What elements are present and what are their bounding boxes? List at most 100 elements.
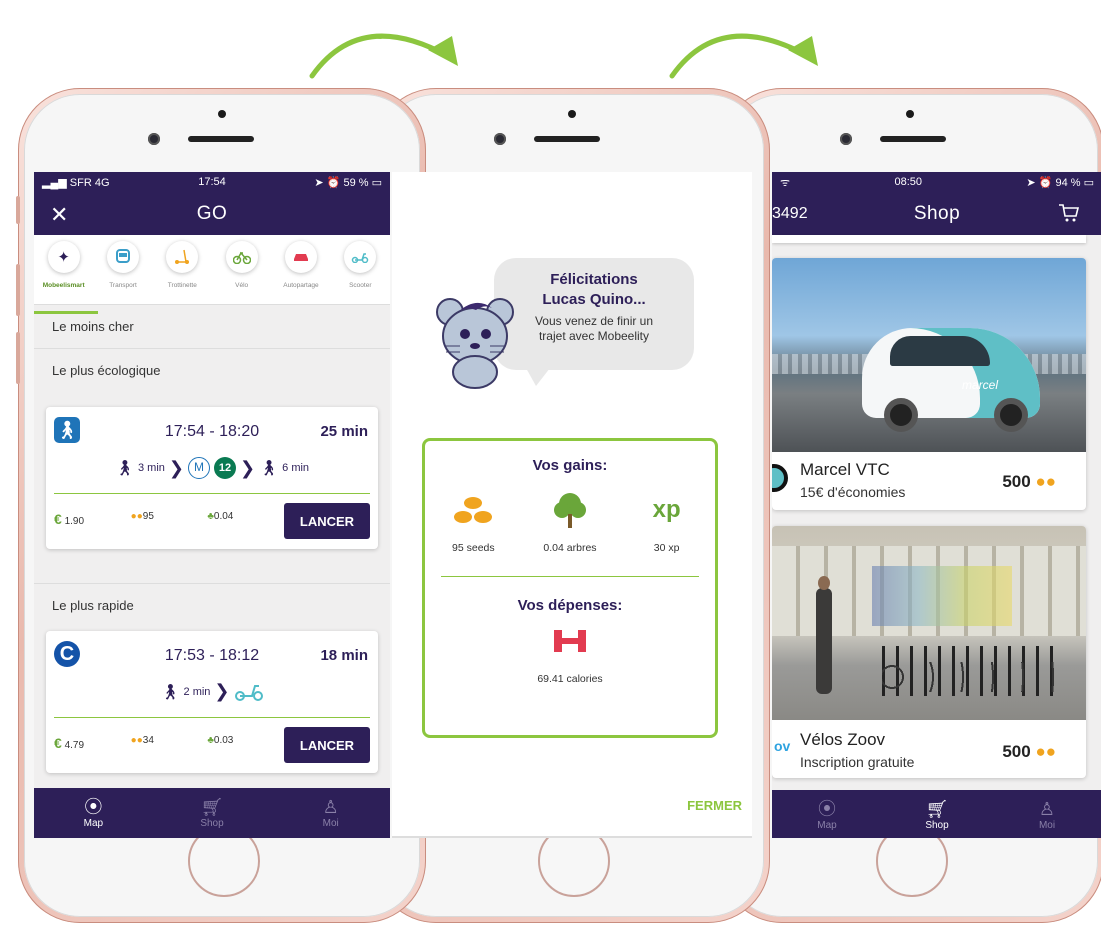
map-pin-icon: ⦿ <box>84 797 103 817</box>
status-time: 17:54 <box>198 176 226 188</box>
gains-title: Vos gains: <box>532 457 608 474</box>
congrats-text-2: trajet avec Mobeelity <box>538 329 650 343</box>
mode-mobeelismart[interactable]: ✦ Mobeelismart <box>34 241 98 314</box>
shop-screen: ᯤ 08:50 ➤ ⏰ 94 % ▭ 3492 Shop marcel Marc… <box>772 172 1101 838</box>
bikes-image <box>772 526 1086 720</box>
trees-value: ♣0.04 <box>207 511 234 522</box>
gains-panel: Vos gains: 95 seeds 0.04 arbres xp 30 xp… <box>422 438 718 738</box>
chevron-right-icon: ❯ <box>214 681 230 701</box>
seeds-value: ●●34 <box>130 735 154 746</box>
tree-icon <box>525 488 615 532</box>
route-card-fastest[interactable]: C 17:53 - 18:12 18 min 🚶︎ 2 min ❯ € 4.79… <box>46 631 378 773</box>
seeds-icon: ●● <box>1035 742 1056 761</box>
cart-icon[interactable] <box>1058 203 1080 228</box>
dumbbell-icon <box>554 630 586 652</box>
tab-moi[interactable]: ♙ Moi <box>992 790 1101 838</box>
mode-trottinette[interactable]: Trottinette <box>154 241 210 304</box>
tab-shop[interactable]: 🛒︎ Shop <box>153 788 272 838</box>
close-icon[interactable]: ✕ <box>50 202 68 228</box>
chevron-right-icon: ❯ <box>240 457 256 478</box>
gain-seeds: 95 seeds <box>428 488 518 554</box>
gain-trees: 0.04 arbres <box>525 488 615 554</box>
moped-icon <box>234 684 263 701</box>
user-name: Lucas Quino... <box>542 291 646 308</box>
route-stats: € 4.79 ●●34 ♣0.03 <box>54 735 284 751</box>
offer-name: Marcel VTC <box>800 460 890 479</box>
seeds-icon: ●● <box>130 511 143 522</box>
cart-icon: 🛒︎ <box>925 799 949 819</box>
status-battery: ➤ ⏰ 94 % ▭ <box>1026 176 1094 189</box>
seeds-value: ●●95 <box>130 511 154 522</box>
page-title: GO <box>196 202 228 224</box>
trees-value: ♣0.03 <box>207 735 234 746</box>
bus-icon <box>106 241 139 273</box>
launch-button[interactable]: LANCER <box>284 727 370 763</box>
congrats-screen: Félicitations Lucas Quino... Vous venez … <box>392 172 752 838</box>
route-card-ecological[interactable]: 🚶︎ 17:54 - 18:20 25 min 🚶︎ 3 min ❯ M 12 … <box>46 407 378 549</box>
metro-icon: M <box>188 457 210 479</box>
tab-map[interactable]: ⦿ Map <box>34 788 153 838</box>
status-time: 08:50 <box>894 176 922 188</box>
metro-line-badge: 12 <box>214 457 236 479</box>
hamster-mascot-icon <box>436 298 514 389</box>
close-button[interactable]: FERMER <box>687 798 742 813</box>
tab-map[interactable]: ⦿ Map <box>772 790 882 838</box>
mode-scooter[interactable]: Scooter <box>332 241 388 304</box>
tab-moi[interactable]: ♙ Moi <box>271 788 390 838</box>
map-pin-icon: ⦿ <box>818 799 836 819</box>
xp-icon: xp <box>652 496 681 523</box>
section-fastest[interactable]: Le plus rapide <box>34 583 390 627</box>
mode-transport[interactable]: Transport <box>95 241 151 304</box>
walk-icon: 🚶︎ <box>259 460 279 477</box>
car-icon <box>284 241 317 273</box>
seeds-icon: ●● <box>1035 472 1056 491</box>
user-icon: ♙ <box>1038 799 1056 819</box>
offer-description: 15€ d'économies <box>800 484 906 500</box>
flow-arrow-2 <box>669 33 818 79</box>
route-duration: 18 min <box>320 647 368 664</box>
car-image: marcel <box>772 258 1086 452</box>
offer-description: Inscription gratuite <box>800 754 915 770</box>
flow-arrow-1 <box>309 33 458 79</box>
route-duration: 25 min <box>320 423 368 440</box>
mode-velo[interactable]: Vélo <box>214 241 270 304</box>
launch-button[interactable]: LANCER <box>284 503 370 539</box>
mode-autopartage[interactable]: Autopartage <box>273 241 329 304</box>
cart-icon: 🛒︎ <box>200 797 224 817</box>
walk-icon: 🚶︎ <box>160 683 180 701</box>
status-bar: ▂▄▆ SFR 4G 17:54 ➤ ⏰ 59 % ▭ <box>34 172 390 192</box>
status-battery: ➤ ⏰ 59 % ▭ <box>314 176 382 189</box>
seeds-icon <box>428 488 518 532</box>
route-stats: € 1.90 ●●95 ♣0.04 <box>54 511 284 527</box>
tab-shop[interactable]: 🛒︎ Shop <box>882 790 992 838</box>
shop-navbar: 3492 Shop <box>772 192 1101 235</box>
car-brand-logo: marcel <box>962 378 999 392</box>
calories-value: 69.41 calories <box>537 673 603 685</box>
wifi-icon: ᯤ <box>780 176 791 189</box>
status-bar: ᯤ 08:50 ➤ ⏰ 94 % ▭ <box>772 172 1101 192</box>
seeds-icon: ●● <box>130 735 143 746</box>
offer-price: 500 ●● <box>1002 742 1056 761</box>
tab-bar: ⦿ Map 🛒︎ Shop ♙ Moi <box>34 788 390 838</box>
zoov-logo-icon: ov <box>774 738 791 754</box>
offer-card-zoov[interactable]: ov Vélos Zoov Inscription gratuite 500 ●… <box>772 526 1086 778</box>
page-title: Shop <box>913 202 961 224</box>
mobeelismart-icon: ✦ <box>47 241 80 273</box>
offer-card-marcel[interactable]: marcel Marcel VTC 15€ d'économies 500 ●● <box>772 258 1086 510</box>
chevron-right-icon: ❯ <box>168 457 184 478</box>
go-navbar: ✕ GO <box>34 192 390 235</box>
price-value: € 1.90 <box>54 511 85 527</box>
go-screen: ▂▄▆ SFR 4G 17:54 ➤ ⏰ 59 % ▭ ✕ GO ✦ Mobee… <box>34 172 390 838</box>
price-value: € 4.79 <box>54 735 85 751</box>
spend-title: Vos dépenses: <box>517 597 623 614</box>
offer-price: 500 ●● <box>1002 472 1056 491</box>
seeds-balance: 3492 <box>772 205 808 222</box>
carrier: ▂▄▆ SFR 4G <box>42 176 110 189</box>
transport-modes: ✦ Mobeelismart Transport Trottinette Vél… <box>34 235 390 314</box>
offer-name: Vélos Zoov <box>800 730 886 749</box>
congrats-title: Félicitations <box>550 271 638 288</box>
moped-icon <box>344 241 377 273</box>
gain-xp: xp 30 xp <box>622 488 712 554</box>
section-ecological[interactable]: Le plus écologique <box>34 349 390 393</box>
marcel-logo-icon <box>772 464 788 492</box>
